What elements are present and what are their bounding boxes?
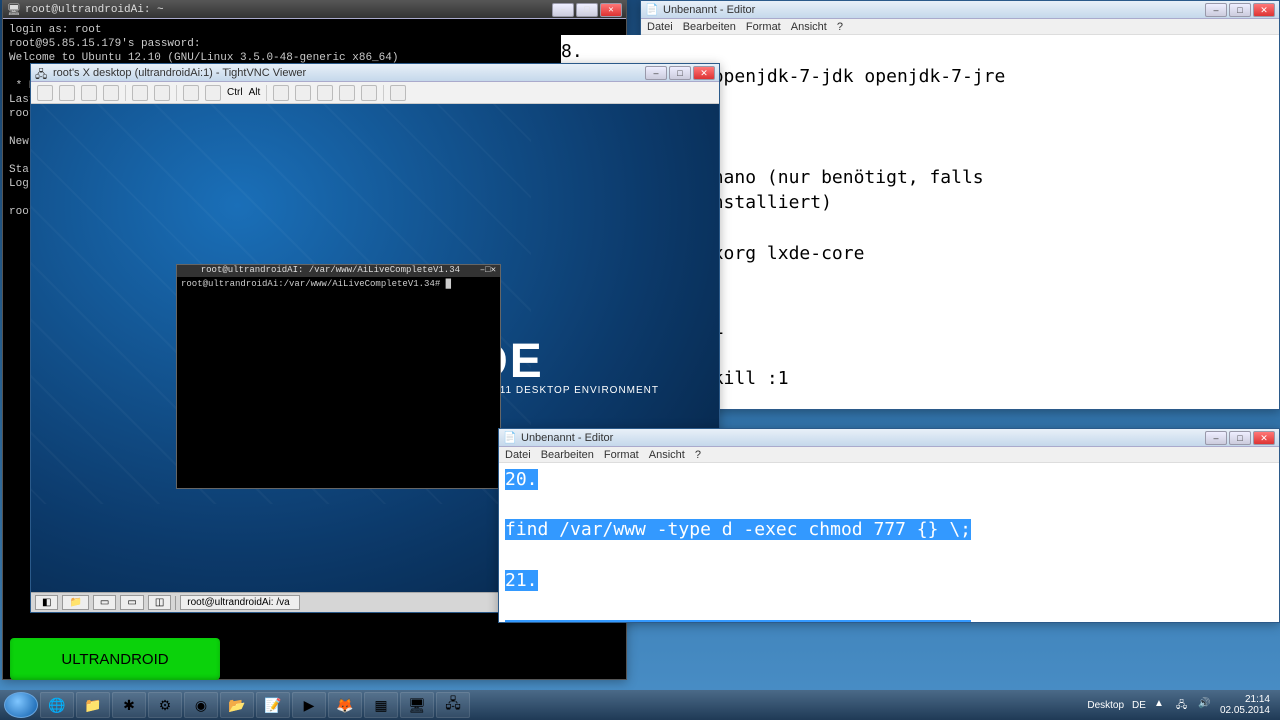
zoom-auto-icon[interactable] [361, 85, 377, 101]
close-button[interactable]: ✕ [600, 3, 622, 17]
zoom-in-icon[interactable] [295, 85, 311, 101]
tray-volume-icon[interactable]: 🔊 [1198, 698, 1212, 712]
refresh-icon[interactable] [154, 85, 170, 101]
explorer-icon[interactable]: 📁 [76, 692, 110, 718]
vnc-icon: 🖧 [35, 66, 49, 80]
folder-icon[interactable]: 📂 [220, 692, 254, 718]
minimize-button[interactable]: ‒ [645, 66, 667, 80]
remote-term-close[interactable]: ✕ [491, 265, 496, 277]
chrome-icon[interactable]: 🌐 [40, 692, 74, 718]
notepad-window-2: 📄 Unbenannt - Editor ‒ □ ✕ Datei Bearbei… [498, 428, 1280, 623]
remote-app-icon[interactable]: ▭ [93, 595, 116, 610]
notepad1-menubar: Datei Bearbeiten Format Ansicht ? [641, 19, 1279, 35]
menu-help[interactable]: ? [837, 21, 843, 33]
maximize-button[interactable]: □ [669, 66, 691, 80]
vnc-toolbar: Ctrl Alt [31, 82, 719, 104]
app-icon[interactable]: ⚙ [148, 692, 182, 718]
tray-time[interactable]: 21:14 [1220, 694, 1270, 705]
remote-desktop-switch-icon[interactable]: ◫ [148, 595, 171, 610]
menu-view[interactable]: Ansicht [649, 449, 685, 461]
save-icon[interactable] [59, 85, 75, 101]
vnc-task-icon[interactable]: 🖧 [436, 692, 470, 718]
notepad-icon: 📄 [503, 431, 517, 445]
minimize-button[interactable]: ‒ [1205, 3, 1227, 17]
remote-app-icon[interactable]: ▭ [120, 595, 143, 610]
menu-edit[interactable]: Bearbeiten [541, 449, 594, 461]
lxde-logo: DE HT X11 DESKTOP ENVIRONMENT [473, 334, 659, 396]
notepad2-textarea[interactable]: 20. find /var/www -type d -exec chmod 77… [499, 463, 1279, 622]
tray-date[interactable]: 02.05.2014 [1220, 705, 1270, 716]
mediaplayer-icon[interactable]: ▶ [292, 692, 326, 718]
menu-view[interactable]: Ansicht [791, 21, 827, 33]
info-icon[interactable] [103, 85, 119, 101]
close-button[interactable]: ✕ [1253, 431, 1275, 445]
tray-desktop-label[interactable]: Desktop [1087, 700, 1124, 711]
options-icon[interactable] [81, 85, 97, 101]
start-button[interactable] [4, 692, 38, 718]
notepad1-title: Unbenannt - Editor [663, 4, 1205, 16]
remote-task-item[interactable]: root@ultrandroidAi: /va [180, 595, 300, 610]
tray-network-icon[interactable]: 🖧 [1176, 698, 1190, 712]
fullscreen-icon[interactable] [390, 85, 406, 101]
putty-icon: 🖥 [7, 3, 21, 17]
minimize-button[interactable]: ‒ [1205, 431, 1227, 445]
maximize-button[interactable]: □ [1229, 3, 1251, 17]
notepad2-title: Unbenannt - Editor [521, 432, 1205, 444]
menu-help[interactable]: ? [695, 449, 701, 461]
menu-format[interactable]: Format [604, 449, 639, 461]
tray-lang[interactable]: DE [1132, 700, 1146, 711]
menu-edit[interactable]: Bearbeiten [683, 21, 736, 33]
ultrandroid-button[interactable]: ULTRANDROID [10, 638, 220, 680]
tray-flag-icon[interactable]: ▲ [1154, 698, 1168, 712]
zoom-out-icon[interactable] [317, 85, 333, 101]
close-button[interactable]: ✕ [693, 66, 715, 80]
vnc-titlebar[interactable]: 🖧 root's X desktop (ultrandroidAi:1) - T… [31, 64, 719, 82]
firefox-icon[interactable]: 🦊 [328, 692, 362, 718]
putty-title: root@ultrandroidAi: ~ [25, 4, 552, 16]
putty-titlebar[interactable]: 🖥 root@ultrandroidAi: ~ ‒ □ ✕ [3, 1, 626, 19]
transfer-icon[interactable] [273, 85, 289, 101]
remote-filemanager-icon[interactable]: 📁 [62, 595, 88, 610]
maximize-button[interactable]: □ [576, 3, 598, 17]
notepad2-titlebar[interactable]: 📄 Unbenannt - Editor ‒ □ ✕ [499, 429, 1279, 447]
pause-icon[interactable] [132, 85, 148, 101]
keys-icon[interactable] [205, 85, 221, 101]
menu-format[interactable]: Format [746, 21, 781, 33]
zoom-100-icon[interactable] [339, 85, 355, 101]
menu-file[interactable]: Datei [505, 449, 531, 461]
close-button[interactable]: ✕ [1253, 3, 1275, 17]
alt-toggle[interactable]: Alt [249, 87, 261, 98]
vnc-title: root's X desktop (ultrandroidAi:1) - Tig… [53, 67, 645, 79]
notepad1-titlebar[interactable]: 📄 Unbenannt - Editor ‒ □ ✕ [641, 1, 1279, 19]
notepad2-menubar: Datei Bearbeiten Format Ansicht ? [499, 447, 1279, 463]
menu-file[interactable]: Datei [647, 21, 673, 33]
new-connection-icon[interactable] [37, 85, 53, 101]
remote-start-icon[interactable]: ◧ [35, 595, 58, 610]
remote-terminal-window[interactable]: root@ultrandroidAI: /var/www/AiLiveCompl… [176, 264, 501, 489]
app-icon[interactable]: ▦ [364, 692, 398, 718]
notepad-window-1: 📄 Unbenannt - Editor ‒ □ ✕ Datei Bearbei… [640, 0, 1280, 410]
remote-terminal-body[interactable]: root@ultrandroidAi:/var/www/AiLiveComple… [177, 277, 500, 291]
notepad-icon: 📄 [645, 3, 659, 17]
ctrl-toggle[interactable]: Ctrl [227, 87, 243, 98]
remote-terminal-title: root@ultrandroidAI: /var/www/AiLiveCompl… [181, 265, 480, 277]
notepad-icon[interactable]: 📝 [256, 692, 290, 718]
maximize-button[interactable]: □ [1229, 431, 1251, 445]
windows-taskbar: 🌐 📁 ✱ ⚙ ◉ 📂 📝 ▶ 🦊 ▦ 🖥 🖧 Desktop DE ▲ 🖧 🔊… [0, 690, 1280, 720]
system-tray: Desktop DE ▲ 🖧 🔊 21:14 02.05.2014 [1087, 694, 1276, 716]
cad-icon[interactable] [183, 85, 199, 101]
app-icon[interactable]: ✱ [112, 692, 146, 718]
steam-icon[interactable]: ◉ [184, 692, 218, 718]
putty-task-icon[interactable]: 🖥 [400, 692, 434, 718]
minimize-button[interactable]: ‒ [552, 3, 574, 17]
